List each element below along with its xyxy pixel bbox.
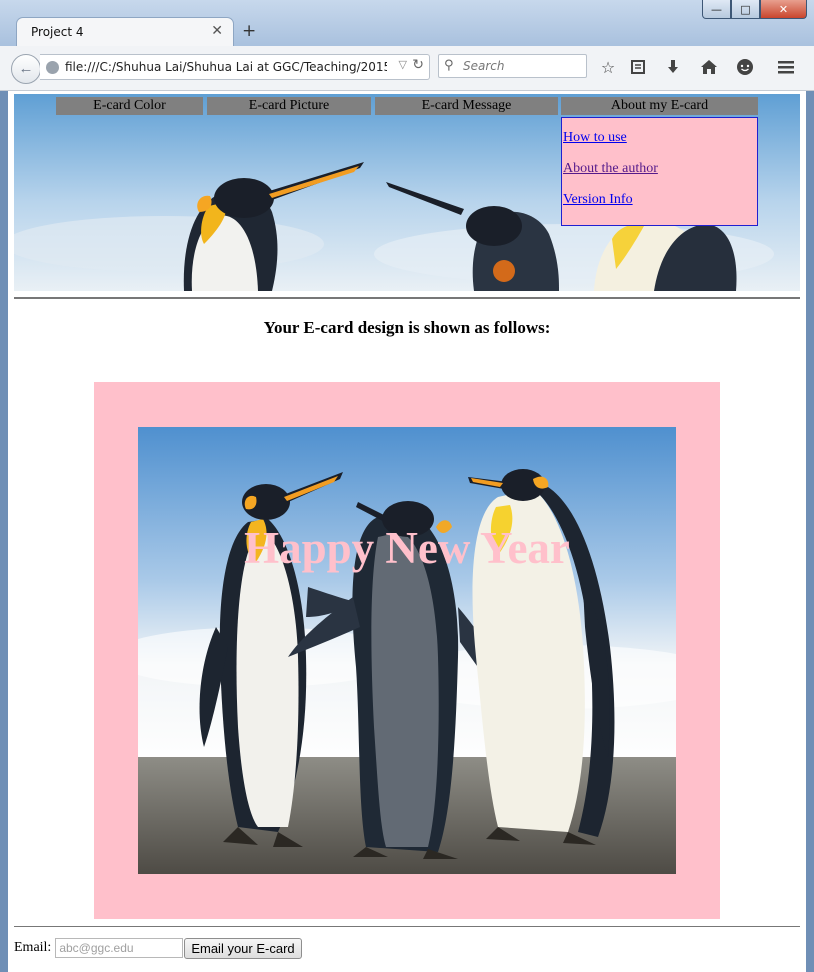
penguins-picture (138, 427, 676, 874)
back-arrow-icon[interactable]: ← (11, 54, 41, 84)
chat-icon[interactable] (733, 56, 757, 78)
email-ecard-button[interactable]: Email your E-card (184, 937, 302, 959)
ecard-frame: Happy New Year (94, 382, 720, 919)
email-form: Email: Email your E-card (14, 936, 302, 960)
reading-list-icon[interactable] (626, 56, 650, 78)
menu-ecard-message[interactable]: E-card Message (375, 97, 558, 115)
home-icon[interactable] (697, 56, 721, 78)
dropdown-how-to-use-link[interactable]: How to use (563, 130, 627, 146)
dropdown-version-info-link[interactable]: Version Info (563, 192, 633, 208)
new-tab-icon[interactable]: + (242, 21, 256, 41)
browser-tab[interactable]: Project 4 ✕ (16, 17, 234, 46)
tab-close-icon[interactable]: ✕ (211, 23, 223, 39)
url-text[interactable]: file:///C:/Shuhua Lai/Shuhua Lai at GGC/… (65, 60, 387, 74)
top-divider (14, 297, 800, 299)
dropdown-about-author-link[interactable]: About the author (563, 161, 658, 177)
menu-ecard-color[interactable]: E-card Color (56, 97, 203, 115)
search-icon: ⚲ (444, 58, 454, 73)
reload-icon[interactable]: ↻ (412, 57, 424, 73)
menu-about-my-ecard[interactable]: About my E-card (561, 97, 758, 115)
globe-icon (46, 61, 59, 74)
url-dropdown-icon[interactable]: ▽ (399, 58, 407, 71)
menu-ecard-picture[interactable]: E-card Picture (207, 97, 371, 115)
window-titlebar: — □ ✕ Project 4 ✕ + (0, 0, 814, 47)
bottom-divider (14, 926, 800, 927)
ecard-photo: Happy New Year (138, 427, 676, 874)
ecard-message: Happy New Year (244, 523, 570, 573)
email-label: Email: (14, 940, 52, 955)
header-banner: E-card Color E-card Picture E-card Messa… (14, 94, 800, 291)
navigation-toolbar: ← file:///C:/Shuhua Lai/Shuhua Lai at GG… (0, 46, 814, 91)
url-bar[interactable]: file:///C:/Shuhua Lai/Shuhua Lai at GGC/… (40, 54, 430, 80)
hamburger-menu-icon[interactable] (774, 56, 798, 78)
minimize-icon[interactable]: — (702, 0, 731, 19)
search-placeholder: Search (463, 59, 505, 73)
window-controls: — □ ✕ (702, 0, 807, 20)
email-field[interactable] (55, 938, 184, 958)
maximize-icon[interactable]: □ (731, 0, 760, 19)
page-viewport: E-card Color E-card Picture E-card Messa… (8, 91, 806, 972)
page-heading: Your E-card design is shown as follows: (263, 318, 551, 337)
download-icon[interactable] (661, 56, 685, 78)
search-input[interactable]: ⚲ Search (438, 54, 587, 78)
close-icon[interactable]: ✕ (760, 0, 807, 19)
tab-title: Project 4 (31, 25, 84, 39)
about-dropdown-menu: How to use About the author Version Info (561, 117, 758, 226)
bookmark-star-icon[interactable]: ☆ (596, 56, 620, 78)
